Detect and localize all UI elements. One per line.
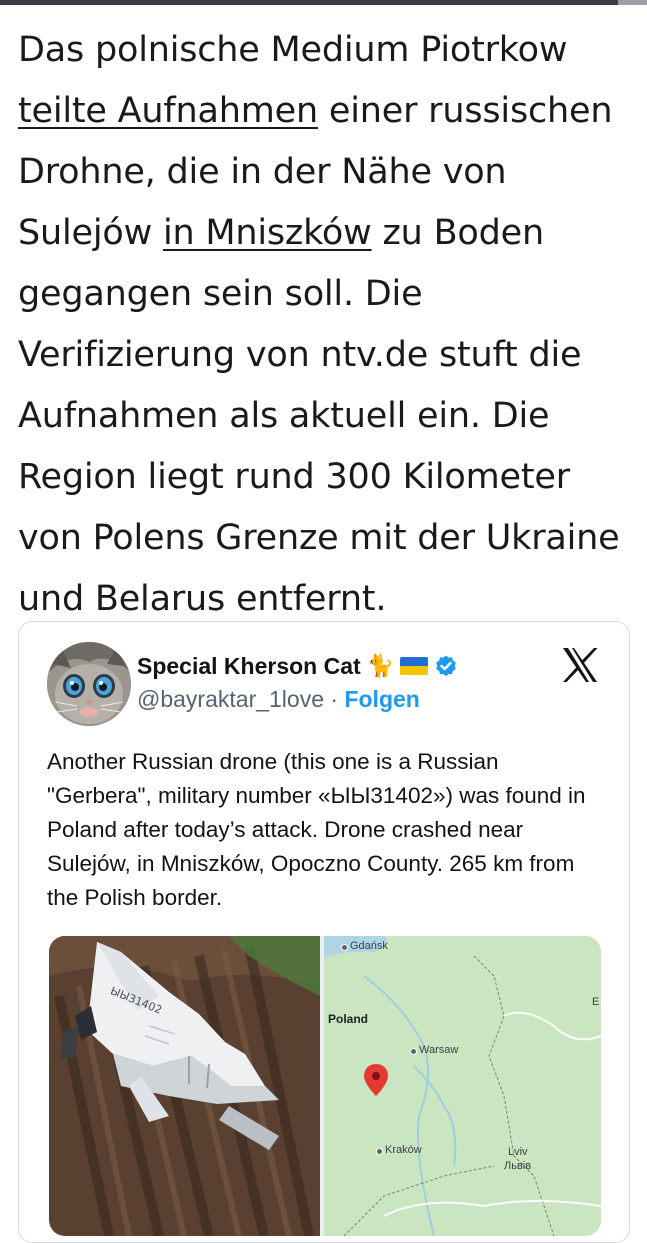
- warsaw-dot: [410, 1048, 417, 1055]
- article-link-teilte-aufnahmen[interactable]: teilte Aufnahmen: [18, 91, 318, 131]
- location-pin-icon: [364, 1064, 388, 1096]
- article-text-part-3: zu Boden gegangen sein soll. Die Verifiz…: [18, 213, 620, 619]
- follow-button[interactable]: Folgen: [344, 686, 419, 712]
- article-text-part-1: Das polnische Medium Piotrkow: [18, 30, 568, 70]
- handle-separator: ·: [330, 686, 339, 712]
- tweet-handle-row: @bayraktar_1love · Folgen: [137, 686, 420, 713]
- map-label-gdansk: Gdańsk: [350, 940, 388, 952]
- ukraine-flag-icon: [400, 657, 429, 675]
- top-status-strip: [0, 0, 647, 5]
- map-label-edge: E: [592, 996, 600, 1008]
- cat-emoji: 🐈: [366, 653, 395, 679]
- verified-badge-icon[interactable]: [434, 654, 458, 678]
- tweet-media[interactable]: ЫЫ31402 Gdańsk E Poland Warsaw Kraków Lv…: [49, 936, 601, 1236]
- x-logo-icon[interactable]: [559, 644, 601, 686]
- tweet-author-name[interactable]: Special Kherson Cat: [137, 653, 361, 680]
- tweet-text: Another Russian drone (this one is a Rus…: [47, 749, 586, 910]
- location-map[interactable]: Gdańsk E Poland Warsaw Kraków Lviv Львів: [324, 936, 601, 1236]
- gdansk-dot: [341, 944, 348, 951]
- embedded-tweet-card[interactable]: Special Kherson Cat 🐈 @bayraktar_1love ·…: [18, 621, 630, 1243]
- map-label-warsaw: Warsaw: [419, 1044, 459, 1056]
- avatar[interactable]: [47, 642, 131, 726]
- map-label-lviv: Lviv: [508, 1146, 528, 1158]
- article-link-in-mniszkow[interactable]: in Mniszków: [163, 213, 372, 253]
- article-paragraph: Das polnische Medium Piotrkow teilte Auf…: [18, 20, 633, 630]
- tweet-handle[interactable]: @bayraktar_1love: [137, 686, 324, 712]
- drone-photo[interactable]: ЫЫ31402: [49, 936, 320, 1236]
- krakow-dot: [376, 1148, 383, 1155]
- map-label-poland: Poland: [328, 1012, 369, 1026]
- top-status-segment: [618, 0, 647, 5]
- map-label-krakow: Kraków: [385, 1144, 422, 1156]
- tweet-author-name-row: Special Kherson Cat 🐈: [137, 648, 458, 684]
- map-label-lviv-local: Львів: [504, 1160, 532, 1172]
